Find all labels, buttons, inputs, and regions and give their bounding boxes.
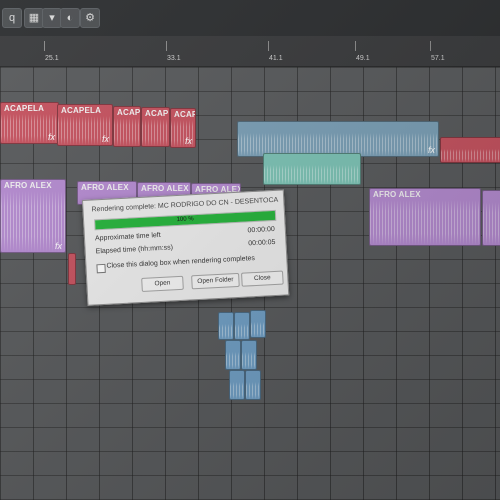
fx-icon: fx [184,136,192,146]
ruler-label: 49.1 [356,55,370,62]
open-button[interactable]: Open [141,275,184,292]
daw-window: q ▦ ▾ ◐ ⚙ 25.1 33.1 41.1 49.1 57.1 ACAPE… [0,0,500,500]
clip-acapela[interactable]: ACAPELA [141,107,170,147]
ruler-tick [430,41,431,51]
clip-audio-small[interactable] [234,312,250,340]
elapsed-label: Elapsed time (hh:mm:ss) [95,244,174,256]
clip-audio-small[interactable] [229,370,245,400]
clip-audio-small[interactable] [241,340,257,370]
clip-audio-small[interactable] [225,340,241,370]
elapsed-value: 00:00:05 [248,238,276,248]
clip-label: ACAPELA [117,108,141,117]
snap-icon[interactable]: ◐ [60,8,80,28]
open-folder-button[interactable]: Open Folder [191,272,240,290]
clip-acapela[interactable]: ACAPELA [113,106,141,147]
clip-label: ACAPELA [4,104,45,113]
clip-label: AFRO ALEX [81,183,129,192]
time-left-label: Approximate time left [94,231,161,243]
ruler-tick [166,41,167,51]
time-left-value: 00:00:00 [247,225,275,235]
dropdown-arrow-icon[interactable]: ▾ [42,8,62,28]
waveform [246,382,260,399]
waveform [226,352,240,369]
clip-audio-teal[interactable] [263,153,361,185]
waveform [230,382,244,399]
fx-icon: fx [47,132,55,142]
clip-acapela[interactable] [440,137,500,163]
clip-acapela[interactable]: ACAPELA fx [0,102,59,144]
q-letter-icon[interactable]: q [2,8,22,28]
close-when-complete-label: Close this dialog box when rendering com… [106,255,256,270]
close-when-complete-checkbox[interactable] [96,263,106,274]
clip-acapela[interactable]: ACAPELA fx [170,108,196,148]
waveform [114,118,140,146]
waveform [235,324,249,339]
ruler-tick [44,41,45,51]
ruler-label: 25.1 [45,55,59,62]
clip-audio-small[interactable] [250,310,266,338]
clip-label: ACAPELA [61,106,102,115]
ruler-tick [355,41,356,51]
clip-afro-alex[interactable]: AFRO ALEX fx [0,179,66,253]
clip-audio-small[interactable] [68,253,76,285]
waveform [483,202,500,245]
clip-label: AFRO ALEX [373,190,421,199]
ruler-label: 41.1 [269,55,283,62]
fx-icon: fx [101,134,109,144]
waveform [219,324,233,339]
clip-label: ACAPELA [145,109,169,118]
clip-audio-small[interactable] [245,370,261,400]
fx-icon: fx [427,145,435,155]
clip-audio-small[interactable] [218,312,234,340]
timeline-ruler[interactable]: 25.1 33.1 41.1 49.1 57.1 [0,36,500,67]
ruler-tick [268,41,269,51]
waveform [441,149,500,162]
clip-label: AFRO ALEX [4,181,52,190]
waveform [264,165,360,184]
settings-icon[interactable]: ⚙ [80,8,100,28]
clip-label: AFRO ALEX [141,184,189,193]
waveform [242,352,256,369]
toolbar: q ▦ ▾ ◐ ⚙ [0,0,500,37]
clip-afro-alex[interactable] [482,190,500,246]
clip-audio-blue[interactable]: fx [237,121,439,157]
close-button[interactable]: Close [241,270,284,287]
clip-afro-alex[interactable]: AFRO ALEX [369,188,481,246]
waveform [370,200,480,245]
grid-icon[interactable]: ▦ [24,8,44,28]
toolbar-first-label: q [8,12,16,24]
render-complete-dialog: Rendering complete: MC RODRIGO DO CN - D… [82,189,290,306]
clip-label: ACAPELA [174,110,195,119]
ruler-label: 33.1 [167,55,181,62]
fx-icon: fx [54,241,62,251]
ruler-label: 57.1 [431,55,445,62]
clip-acapela[interactable]: ACAPELA fx [57,104,113,146]
waveform [251,322,265,337]
waveform [142,119,169,146]
